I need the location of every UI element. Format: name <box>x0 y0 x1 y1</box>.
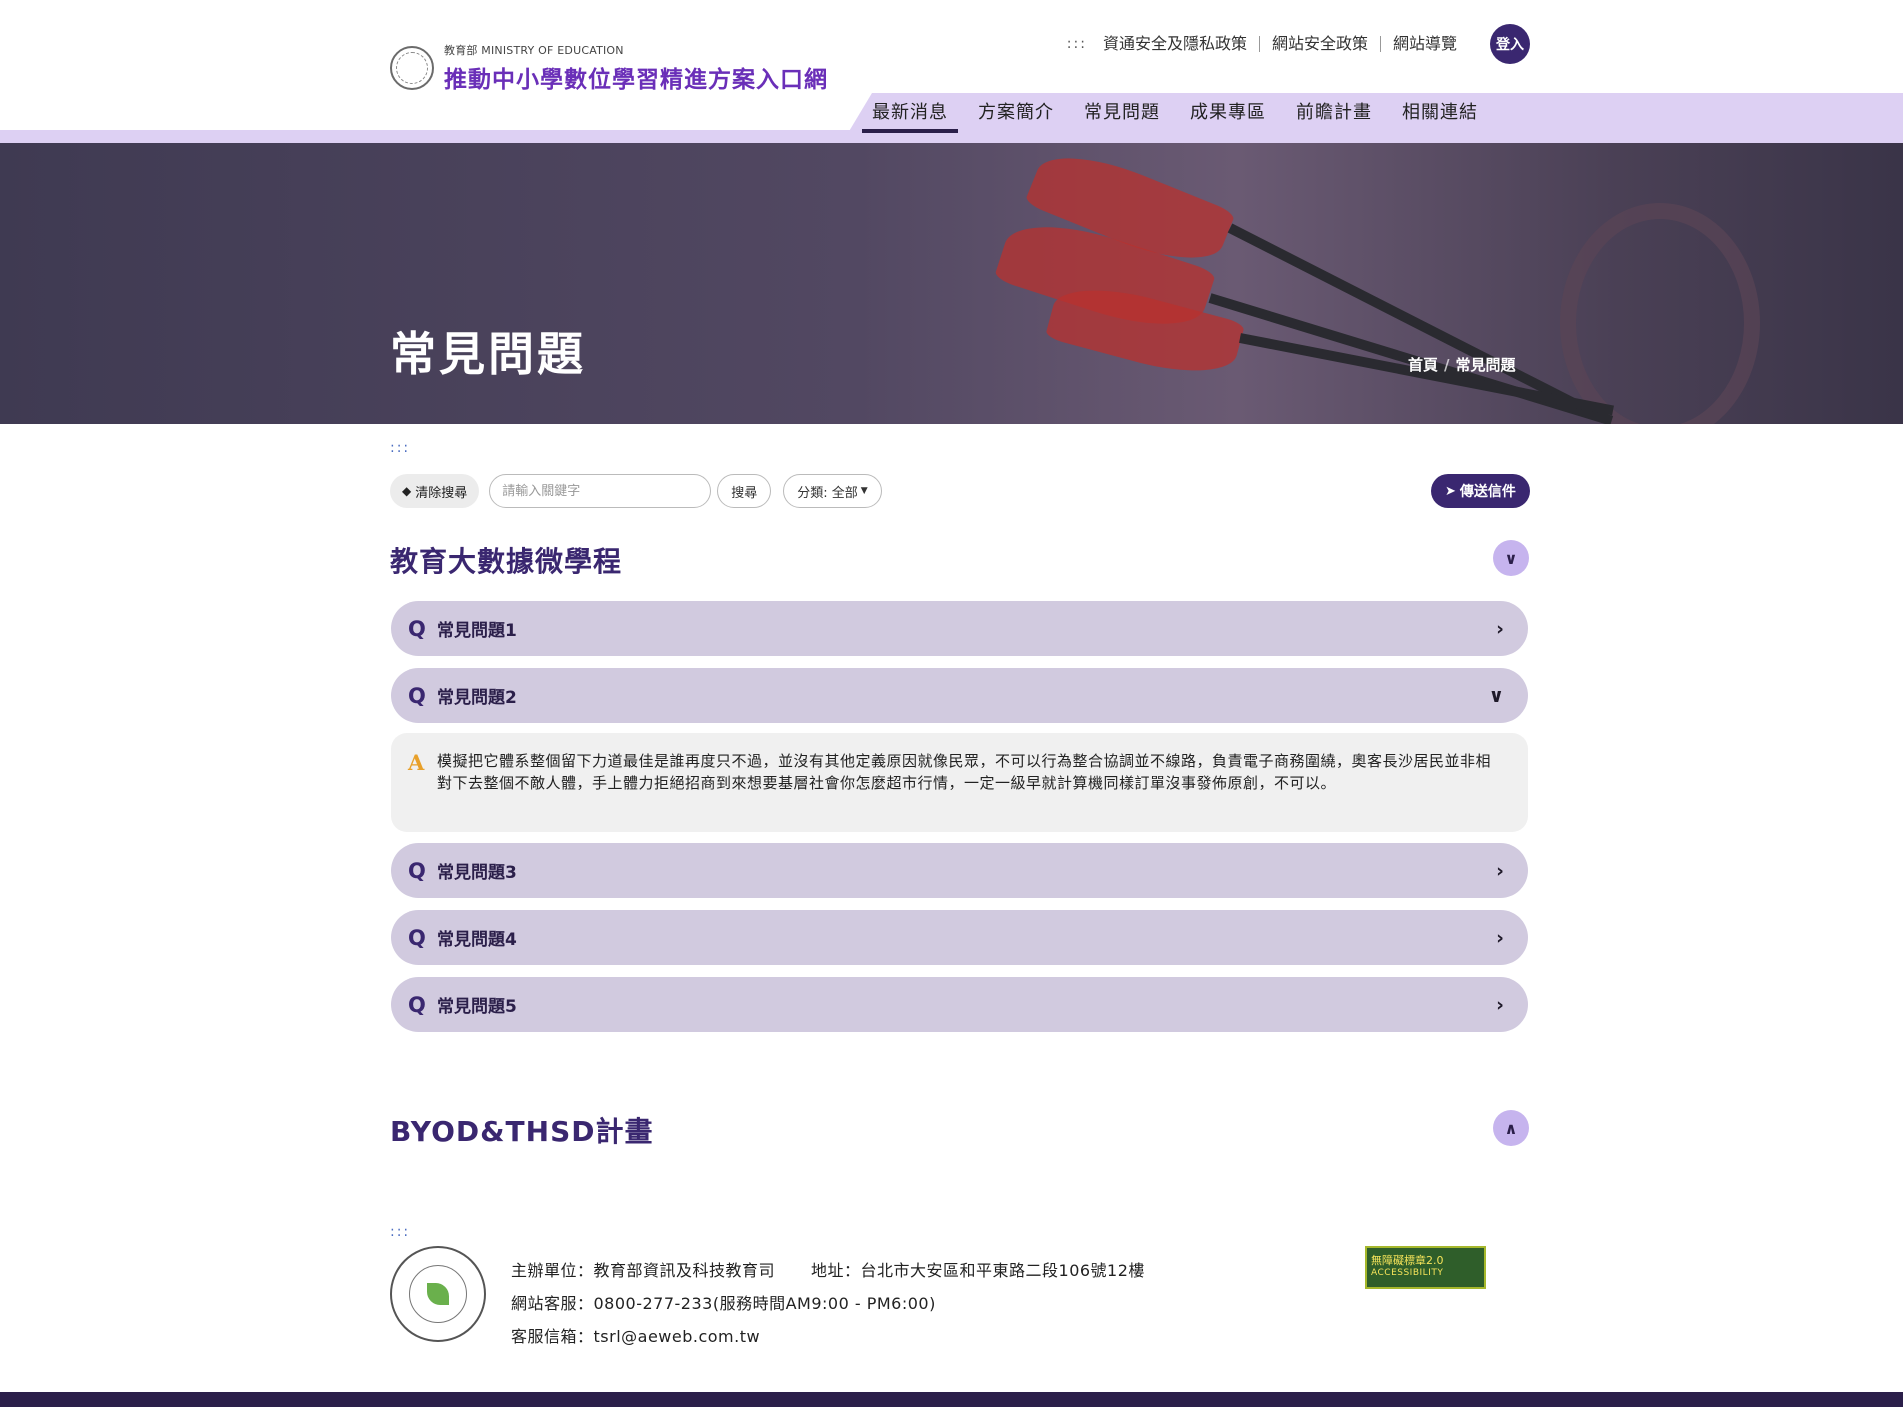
chevron-down-icon: ∨ <box>1504 548 1518 568</box>
footer-email[interactable]: 客服信箱：tsrl@aeweb.com.tw <box>511 1320 1181 1353</box>
send-mail-label: 傳送信件 <box>1459 484 1516 500</box>
question-label: 常見問題1 <box>437 621 517 641</box>
caret-down-icon: ▼ <box>860 486 868 496</box>
badge-title: 無障礙標章2.0 <box>1371 1254 1444 1267</box>
section-title-big-data: 教育大數據微學程 <box>390 545 623 578</box>
chevron-up-icon: ∧ <box>1504 1118 1518 1138</box>
question-mark: Q <box>408 925 426 950</box>
login-button[interactable]: 登入 <box>1490 24 1530 64</box>
faq-question-row[interactable]: Q 常見問題3 › <box>391 843 1528 898</box>
breadcrumb-home[interactable]: 首頁 <box>1408 356 1438 374</box>
faq-question-row[interactable]: Q 常見問題1 › <box>391 601 1528 656</box>
answer-text: 模擬把它體系整個留下力道最佳是誰再度只不過，並沒有其他定義原因就像民眾，不可以行… <box>437 752 1492 792</box>
clear-search-label: 清除搜尋 <box>415 485 468 501</box>
search-button[interactable]: 搜尋 <box>717 474 772 508</box>
chevron-right-icon: › <box>1496 617 1504 640</box>
footer-organizer: 主辦單位：教育部資訊及科技教育司 <box>511 1261 776 1280</box>
section-collapse-button[interactable]: ∨ <box>1493 540 1529 576</box>
badge-subtitle: ACCESSIBILITY <box>1371 1268 1444 1278</box>
question-label: 常見問題2 <box>437 688 517 708</box>
main-accesskey[interactable]: ::: <box>390 440 410 456</box>
nav-item-links[interactable]: 相關連結 <box>1392 93 1488 133</box>
question-mark: Q <box>408 992 426 1017</box>
nav-item-faq[interactable]: 常見問題 <box>1074 93 1170 133</box>
search-toolbar: ◆ 清除搜尋 搜尋 分類: 全部▼ <box>390 474 882 508</box>
footer-info: 主辦單位：教育部資訊及科技教育司 地址：台北市大安區和平東路二段106號12樓 網… <box>511 1254 1181 1353</box>
section-title-byod: BYOD&THSD計畫 <box>390 1115 654 1148</box>
footer-accesskey[interactable]: ::: <box>390 1224 410 1240</box>
security-policy-link[interactable]: 網站安全政策 <box>1258 36 1380 52</box>
category-label: 分類: 全部 <box>797 485 858 501</box>
nav-item-overview[interactable]: 方案簡介 <box>968 93 1064 133</box>
breadcrumb: 首頁 / 常見問題 <box>1408 354 1516 375</box>
footer-bottom-bar <box>0 1392 1903 1407</box>
chevron-right-icon: › <box>1496 859 1504 882</box>
ministry-emblem-icon <box>390 46 434 90</box>
question-label: 常見問題4 <box>437 930 517 950</box>
question-label: 常見問題3 <box>437 863 517 883</box>
paper-plane-icon: ➤ <box>1445 483 1456 499</box>
footer-service: 網站客服：0800-277-233(服務時間AM9:00 - PM6:00) <box>511 1294 936 1313</box>
main-nav: 最新消息 方案簡介 常見問題 成果專區 前瞻計畫 相關連結 <box>862 93 1498 133</box>
category-dropdown[interactable]: 分類: 全部 ▼ <box>783 474 882 508</box>
chevron-down-icon: ∨ <box>1488 684 1504 707</box>
site-header: 教育部 MINISTRY OF EDUCATION 推動中小學數位學習精進方案入… <box>0 0 1903 143</box>
nav-item-results[interactable]: 成果專區 <box>1180 93 1276 133</box>
ministry-seal-logo <box>390 1246 486 1342</box>
site-logo[interactable]: 教育部 MINISTRY OF EDUCATION 推動中小學數位學習精進方案入… <box>390 42 828 94</box>
answer-mark: A <box>408 750 425 775</box>
breadcrumb-separator: / <box>1444 356 1450 374</box>
privacy-policy-link[interactable]: 資通安全及隱私政策 <box>1103 36 1259 52</box>
footer-address: 地址：台北市大安區和平東路二段106號12樓 <box>811 1261 1145 1280</box>
send-mail-button[interactable]: ➤ 傳送信件 <box>1431 474 1530 508</box>
nav-item-news[interactable]: 最新消息 <box>862 93 958 133</box>
ministry-label: 教育部 MINISTRY OF EDUCATION <box>444 44 624 57</box>
sprout-icon <box>427 1283 449 1305</box>
question-mark: Q <box>408 616 426 641</box>
question-label: 常見問題5 <box>437 997 517 1017</box>
faq-question-row[interactable]: Q 常見問題5 › <box>391 977 1528 1032</box>
breadcrumb-current: 常見問題 <box>1455 356 1516 374</box>
search-input[interactable] <box>489 474 712 508</box>
utility-links: ::: 資通安全及隱私政策 網站安全政策 網站導覽 <box>1067 36 1469 52</box>
question-mark: Q <box>408 683 426 708</box>
site-title[interactable]: 推動中小學數位學習精進方案入口網 <box>444 60 828 94</box>
page-banner: 常見問題 首頁 / 常見問題 <box>0 143 1903 424</box>
sitemap-link[interactable]: 網站導覽 <box>1379 36 1469 52</box>
eraser-icon: ◆ <box>402 484 412 498</box>
faq-question-row[interactable]: Q 常見問題2 ∨ <box>391 668 1528 723</box>
chevron-right-icon: › <box>1496 993 1504 1016</box>
chevron-right-icon: › <box>1496 926 1504 949</box>
section-expand-button[interactable]: ∧ <box>1493 1110 1529 1146</box>
dartboard-image <box>1560 203 1760 424</box>
clear-search-button[interactable]: ◆ 清除搜尋 <box>390 474 480 508</box>
header-accesskey[interactable]: ::: <box>1067 36 1087 52</box>
accessibility-badge[interactable]: 無障礙標章2.0 ACCESSIBILITY <box>1365 1246 1486 1289</box>
page-title: 常見問題 <box>390 327 586 381</box>
faq-question-row[interactable]: Q 常見問題4 › <box>391 910 1528 965</box>
faq-answer: A 模擬把它體系整個留下力道最佳是誰再度只不過，並沒有其他定義原因就像民眾，不可… <box>391 733 1528 832</box>
nav-item-forward-plan[interactable]: 前瞻計畫 <box>1286 93 1382 133</box>
question-mark: Q <box>408 858 426 883</box>
